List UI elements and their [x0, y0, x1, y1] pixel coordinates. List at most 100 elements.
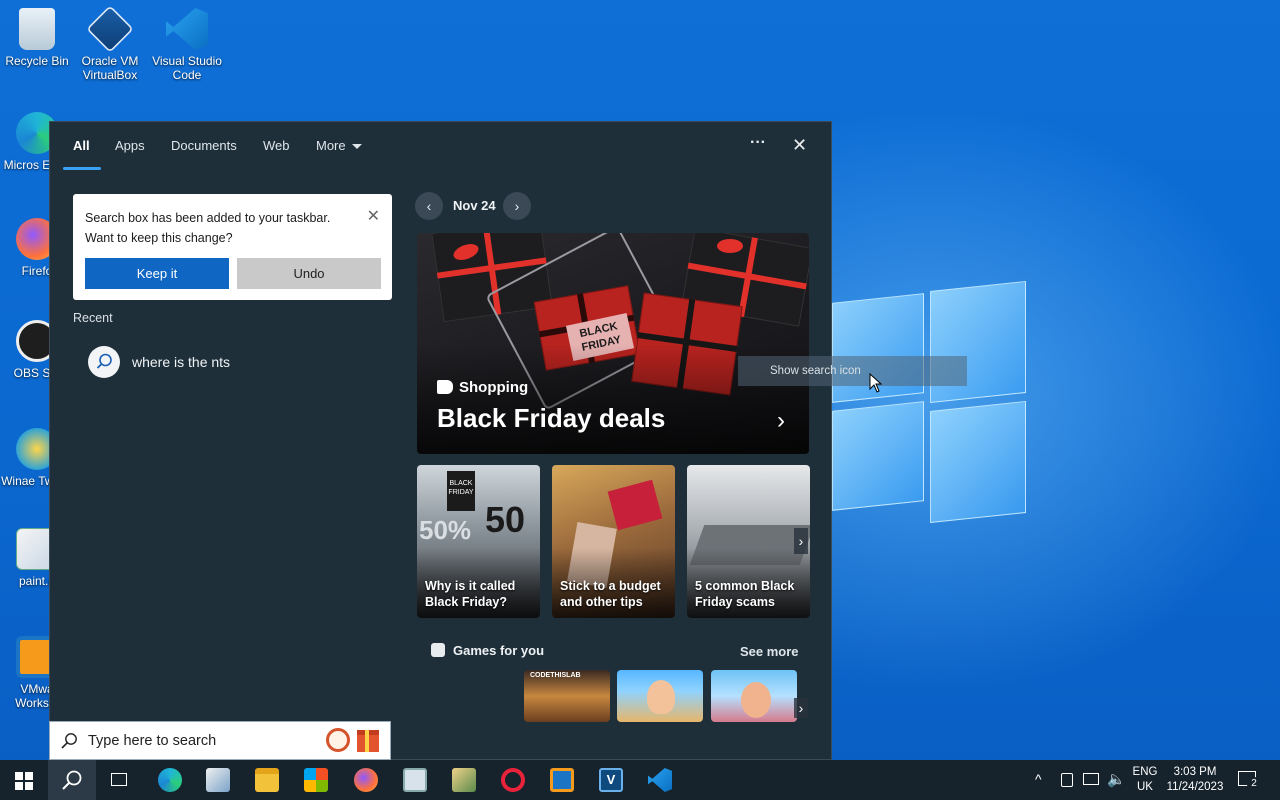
recycle-bin-icon	[19, 8, 55, 50]
toast-message: Search box has been added to your taskba…	[85, 208, 355, 248]
close-panel-button[interactable]: ✕	[792, 135, 807, 156]
tab-all[interactable]: All	[73, 138, 90, 153]
game-character-image	[647, 680, 675, 714]
show-search-icon-tooltip: Show search icon	[738, 356, 967, 386]
date-navigation: ‹ Nov 24 ›	[415, 192, 545, 220]
game-tile-2[interactable]	[617, 670, 703, 722]
game-character-image	[741, 682, 771, 718]
taskbar-firefox[interactable]	[342, 760, 390, 800]
desktop-icon-vscode[interactable]: Visual Studio Code	[150, 8, 224, 82]
news-card-why-black-friday[interactable]: BLACK FRIDAY 50 50% Why is it called Bla…	[417, 465, 540, 618]
recent-heading: Recent	[73, 311, 113, 325]
task-view-button[interactable]	[96, 760, 144, 800]
previous-day-button[interactable]: ‹	[415, 192, 443, 220]
volume-icon[interactable]: 🔈	[1107, 770, 1126, 788]
see-more-link[interactable]: See more	[740, 644, 799, 659]
tab-apps[interactable]: Apps	[115, 138, 145, 153]
gift-box-image	[607, 479, 663, 531]
clock[interactable]: 3:03 PM 11/24/2023	[1162, 765, 1228, 795]
card-caption: Stick to a budget and other tips	[560, 579, 661, 609]
hero-card-black-friday[interactable]: BLACK FRIDAY Shopping Black Friday deals…	[417, 233, 809, 454]
taskbar-visio[interactable]: V	[587, 760, 635, 800]
clock-date: 11/24/2023	[1166, 781, 1224, 793]
taskbar-paint[interactable]	[194, 760, 242, 800]
news-card-budget-tips[interactable]: Stick to a budget and other tips	[552, 465, 675, 618]
start-button[interactable]	[0, 760, 48, 800]
language-line1: ENG	[1132, 766, 1158, 778]
hero-category: Shopping	[437, 379, 528, 396]
language-line2: UK	[1137, 781, 1153, 793]
search-icon	[62, 770, 82, 790]
games-icon	[431, 643, 445, 657]
windows-start-icon	[15, 772, 33, 790]
more-options-button[interactable]: ···	[750, 134, 766, 152]
taskbar-app-9[interactable]	[391, 760, 439, 800]
meet-now-icon[interactable]	[1061, 773, 1073, 787]
chevron-down-icon	[351, 144, 362, 150]
gift-icon[interactable]	[357, 730, 379, 752]
app-icon	[403, 768, 427, 792]
discount-sign: 50	[485, 499, 526, 540]
search-input[interactable]	[88, 731, 318, 751]
taskbar-search-box[interactable]	[49, 721, 391, 760]
clock-time: 3:03 PM	[1173, 766, 1217, 778]
ribbon-bow-image	[717, 239, 743, 253]
store-icon	[304, 768, 328, 792]
notification-count-badge: 2	[1247, 777, 1261, 791]
taskbar-edge[interactable]	[146, 760, 194, 800]
taskbar-virtualbox[interactable]	[538, 760, 586, 800]
windows-logo-wallpaper	[832, 280, 1032, 525]
visio-icon: V	[599, 768, 623, 792]
taskbar-search-button[interactable]	[48, 760, 96, 800]
games-heading-label: Games for you	[453, 643, 545, 658]
game-tile-chess[interactable]: CODETHISLAB	[524, 670, 610, 722]
game-brand-label: CODETHISLAB	[530, 672, 581, 679]
taskbar-store[interactable]	[292, 760, 340, 800]
vscode-icon	[648, 768, 672, 792]
firefox-icon	[354, 768, 378, 792]
network-icon[interactable]	[1083, 773, 1099, 785]
tab-web[interactable]: Web	[263, 138, 290, 153]
taskbar-file-explorer[interactable]	[243, 760, 291, 800]
chevron-right-icon[interactable]: ›	[794, 528, 808, 554]
paint-icon	[206, 768, 230, 792]
task-view-icon	[111, 773, 127, 786]
alarm-clock-icon[interactable]	[326, 728, 350, 752]
taskbar-app-10[interactable]	[440, 760, 488, 800]
tab-more-label: More	[316, 138, 346, 153]
card-caption: Why is it called Black Friday?	[425, 579, 516, 609]
notification-center-icon[interactable]: 2	[1238, 771, 1261, 791]
edge-icon	[158, 768, 182, 792]
news-card-scams[interactable]: 5 common Black Friday scams	[687, 465, 810, 618]
desktop-icon-recycle-bin[interactable]: Recycle Bin	[0, 8, 74, 68]
active-tab-indicator	[63, 167, 101, 170]
show-hidden-icons-chevron-icon[interactable]: ^	[1035, 771, 1042, 787]
language-indicator[interactable]: ENG UK	[1128, 765, 1162, 795]
opera-icon	[501, 768, 525, 792]
search-tabs: All Apps Documents Web More ··· ✕	[50, 122, 831, 174]
keep-it-button[interactable]: Keep it	[85, 258, 229, 289]
hero-title: Black Friday deals	[437, 403, 666, 433]
undo-button[interactable]: Undo	[237, 258, 381, 289]
recent-search-item[interactable]: where is the nts	[88, 346, 378, 380]
percent-sign: 50%	[419, 515, 472, 545]
search-icon	[61, 733, 77, 749]
toast-close-button[interactable]: ✕	[367, 206, 380, 226]
folder-icon	[255, 768, 279, 792]
games-heading: Games for you	[431, 643, 544, 658]
tab-documents[interactable]: Documents	[171, 138, 237, 153]
taskbar-vscode[interactable]	[636, 760, 684, 800]
taskbar-opera[interactable]	[489, 760, 537, 800]
chevron-right-icon[interactable]: ›	[777, 407, 785, 435]
virtualbox-icon	[86, 5, 134, 53]
desktop-icon-label: Recycle Bin	[5, 54, 69, 68]
next-day-button[interactable]: ›	[503, 192, 531, 220]
app-icon	[452, 768, 476, 792]
toast-message-line1: Search box has been added to your taskba…	[85, 211, 331, 225]
desktop-icon-label: Firefo	[21, 264, 53, 278]
tab-more[interactable]: More	[316, 138, 362, 153]
hero-category-label: Shopping	[459, 379, 529, 396]
game-tile-3[interactable]	[711, 670, 797, 722]
desktop-icon-virtualbox[interactable]: Oracle VM VirtualBox	[73, 5, 147, 82]
chevron-right-icon[interactable]: ›	[794, 698, 808, 718]
